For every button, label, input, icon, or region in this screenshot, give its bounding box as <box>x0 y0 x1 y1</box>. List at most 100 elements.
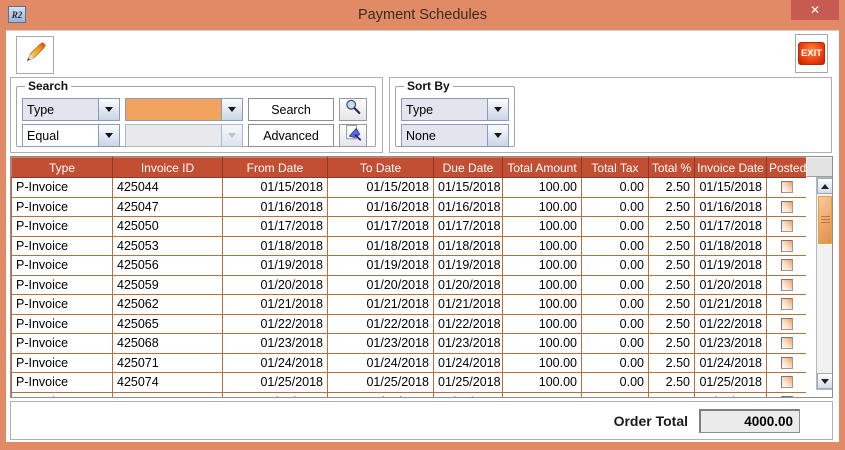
table-row[interactable]: P-Invoice42507401/25/201801/25/201801/25… <box>12 373 807 393</box>
cell-invoice-id: 425047 <box>113 197 223 217</box>
table-row[interactable]: P-Invoice42507701/26/201801/26/201801/26… <box>12 392 807 398</box>
cell-total-tax: 0.00 <box>582 275 649 295</box>
table-row[interactable]: P-Invoice42505001/17/201801/17/201801/17… <box>12 217 807 237</box>
table-row[interactable]: P-Invoice42506501/22/201801/22/201801/22… <box>12 314 807 334</box>
table-row[interactable]: P-Invoice42506801/23/201801/23/201801/23… <box>12 334 807 354</box>
table-row[interactable]: P-Invoice42504401/15/201801/15/201801/15… <box>12 178 807 198</box>
cell-total-tax: 0.00 <box>582 178 649 198</box>
cell-total-tax: 0.00 <box>582 197 649 217</box>
table-row[interactable]: P-Invoice42504701/16/201801/16/201801/16… <box>12 197 807 217</box>
header-filler <box>806 157 833 177</box>
posted-checkbox[interactable] <box>781 259 793 271</box>
cell-type: P-Invoice <box>12 295 113 315</box>
cell-total-pct: 2.50 <box>649 314 695 334</box>
cell-total-tax: 0.00 <box>582 217 649 237</box>
cell-total-tax: 0.00 <box>582 392 649 398</box>
search-value-text <box>126 99 221 120</box>
search-icon-button[interactable] <box>339 98 367 121</box>
column-header-to-date[interactable]: To Date <box>328 158 434 178</box>
column-header-posted[interactable]: Posted <box>767 158 807 178</box>
table-row[interactable]: P-Invoice42505601/19/201801/19/201801/19… <box>12 256 807 276</box>
search-value-combo[interactable] <box>125 98 243 121</box>
posted-checkbox[interactable] <box>781 376 793 388</box>
search-operator-combo[interactable]: Equal <box>22 124 120 147</box>
posted-checkbox[interactable] <box>781 240 793 252</box>
cell-total-pct: 2.50 <box>649 334 695 354</box>
cell-posted <box>767 178 807 198</box>
cell-type: P-Invoice <box>12 217 113 237</box>
cell-due-date: 01/23/2018 <box>434 334 503 354</box>
scroll-up-button[interactable] <box>817 178 833 194</box>
sort-secondary-combo[interactable]: None <box>401 124 509 147</box>
column-header-type[interactable]: Type <box>12 158 113 178</box>
posted-checkbox[interactable] <box>781 201 793 213</box>
search-legend: Search <box>25 79 71 93</box>
cell-total-pct: 2.50 <box>649 373 695 393</box>
cell-due-date: 01/20/2018 <box>434 275 503 295</box>
header-row: Type Invoice ID From Date To Date Due Da… <box>12 158 807 178</box>
column-header-due-date[interactable]: Due Date <box>434 158 503 178</box>
cell-total-pct: 2.50 <box>649 295 695 315</box>
cell-from-date: 01/19/2018 <box>223 256 328 276</box>
posted-checkbox[interactable] <box>781 396 793 398</box>
cell-invoice-date: 01/23/2018 <box>695 334 767 354</box>
column-header-invoice-date[interactable]: Invoice Date <box>695 158 767 178</box>
column-header-invoice-id[interactable]: Invoice ID <box>113 158 223 178</box>
column-header-total-pct[interactable]: Total % <box>649 158 695 178</box>
cell-total-pct: 2.50 <box>649 178 695 198</box>
advanced-button[interactable]: Advanced <box>248 124 334 147</box>
column-header-total-tax[interactable]: Total Tax <box>582 158 649 178</box>
cell-from-date: 01/24/2018 <box>223 353 328 373</box>
posted-checkbox[interactable] <box>781 279 793 291</box>
cell-to-date: 01/16/2018 <box>328 197 434 217</box>
search-field-combo[interactable]: Type <box>22 98 120 121</box>
table-row[interactable]: P-Invoice42505901/20/201801/20/201801/20… <box>12 275 807 295</box>
sort-secondary-value: None <box>402 125 487 146</box>
cell-due-date: 01/24/2018 <box>434 353 503 373</box>
invoice-table: Type Invoice ID From Date To Date Due Da… <box>11 157 807 398</box>
scroll-down-button[interactable] <box>817 373 833 389</box>
posted-checkbox[interactable] <box>781 318 793 330</box>
posted-checkbox[interactable] <box>781 337 793 349</box>
cell-total-amount: 100.00 <box>503 197 582 217</box>
table-row[interactable]: P-Invoice42505301/18/201801/18/201801/18… <box>12 236 807 256</box>
cell-total-tax: 0.00 <box>582 353 649 373</box>
table-row[interactable]: P-Invoice42506201/21/201801/21/201801/21… <box>12 295 807 315</box>
cell-invoice-id: 425074 <box>113 373 223 393</box>
advanced-search-icon-button[interactable] <box>339 124 367 147</box>
column-header-total-amount[interactable]: Total Amount <box>503 158 582 178</box>
column-header-from-date[interactable]: From Date <box>223 158 328 178</box>
chevron-down-icon[interactable] <box>98 99 119 120</box>
cell-type: P-Invoice <box>12 314 113 334</box>
cell-posted <box>767 334 807 354</box>
edit-button[interactable] <box>16 36 54 74</box>
chevron-down-icon[interactable] <box>221 99 242 120</box>
sort-primary-value: Type <box>402 99 487 120</box>
vertical-scrollbar[interactable] <box>816 177 833 390</box>
posted-checkbox[interactable] <box>781 298 793 310</box>
sort-primary-combo[interactable]: Type <box>401 98 509 121</box>
posted-checkbox[interactable] <box>781 220 793 232</box>
search-button[interactable]: Search <box>248 98 334 121</box>
scrollbar-thumb[interactable] <box>818 196 832 244</box>
posted-checkbox[interactable] <box>781 181 793 193</box>
close-button[interactable]: ✕ <box>791 0 839 20</box>
cell-total-amount: 100.00 <box>503 256 582 276</box>
cell-total-amount: 100.00 <box>503 236 582 256</box>
cell-total-pct: 2.50 <box>649 197 695 217</box>
app-logo-icon: R2 <box>8 6 26 23</box>
chevron-down-icon[interactable] <box>98 125 119 146</box>
cell-total-amount: 100.00 <box>503 217 582 237</box>
exit-button[interactable]: EXIT <box>798 42 825 65</box>
order-total-value: 4000.00 <box>699 409 800 433</box>
chevron-down-icon[interactable] <box>487 125 508 146</box>
cell-due-date: 01/21/2018 <box>434 295 503 315</box>
posted-checkbox[interactable] <box>781 357 793 369</box>
cell-due-date: 01/26/2018 <box>434 392 503 398</box>
arrow-up-icon <box>821 184 829 189</box>
cell-invoice-date: 01/21/2018 <box>695 295 767 315</box>
cell-total-amount: 100.00 <box>503 314 582 334</box>
table-row[interactable]: P-Invoice42507101/24/201801/24/201801/24… <box>12 353 807 373</box>
title-bar[interactable]: Payment Schedules R2 ✕ <box>0 0 845 30</box>
chevron-down-icon[interactable] <box>487 99 508 120</box>
